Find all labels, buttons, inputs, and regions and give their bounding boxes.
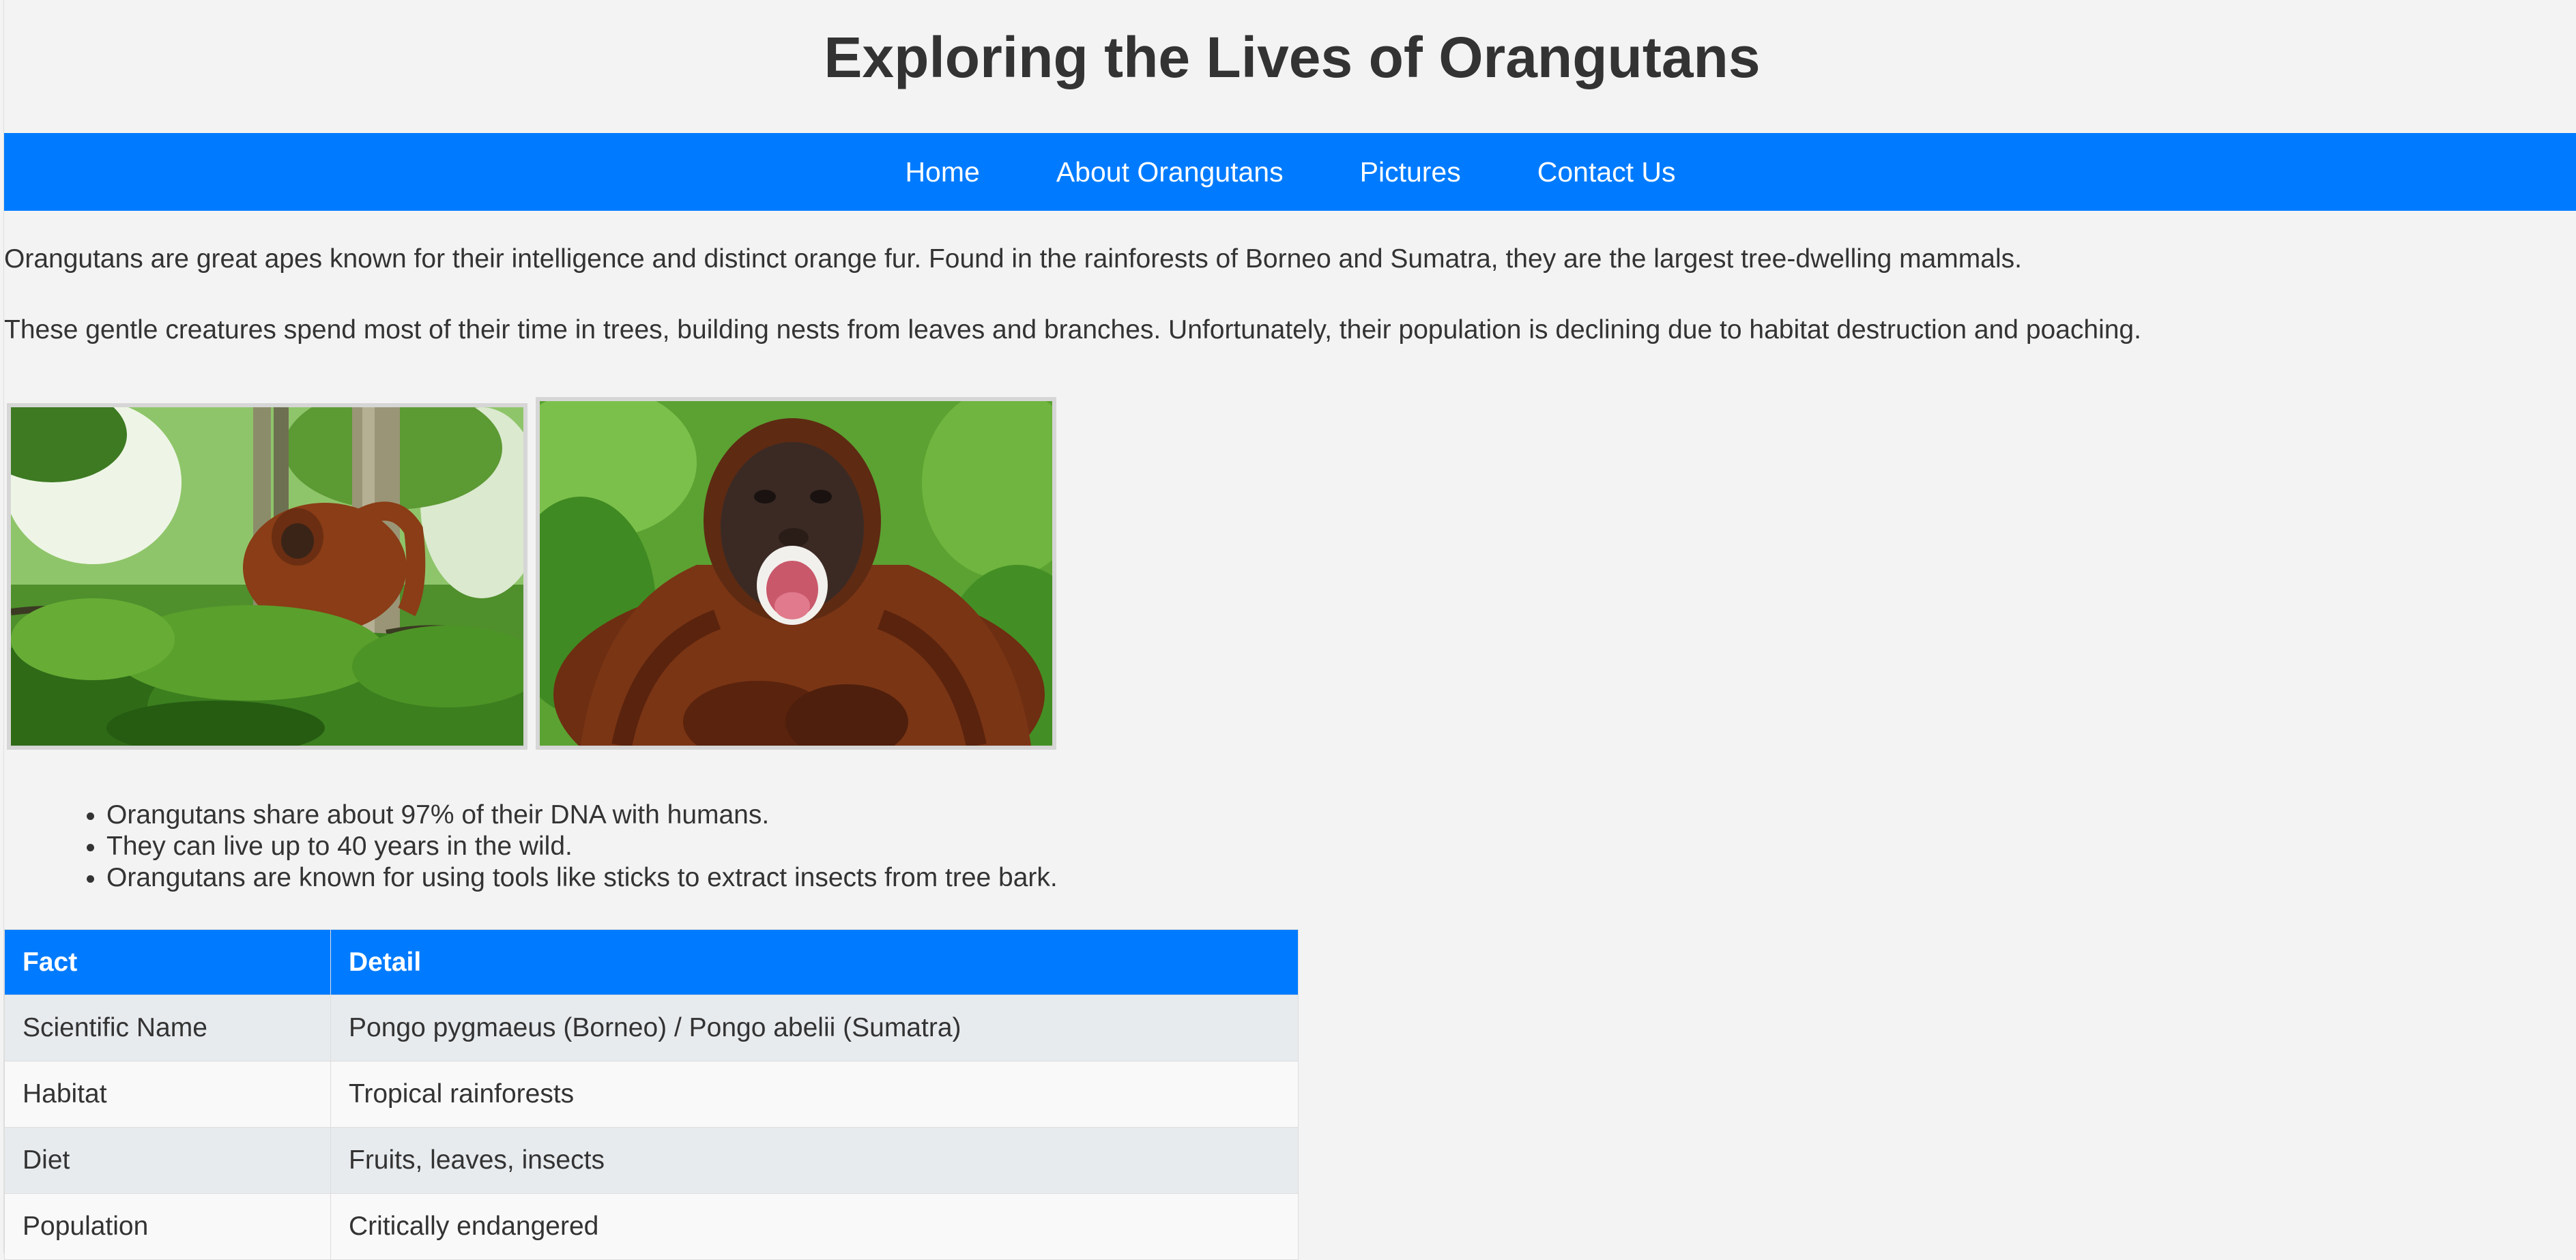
facts-list: Orangutans share about 97% of their DNA … — [4, 800, 1058, 894]
table-cell-fact: Diet — [4, 1127, 331, 1194]
table-row: Diet Fruits, leaves, insects — [4, 1127, 1299, 1194]
table-cell-fact: Habitat — [4, 1061, 331, 1128]
table-cell-detail: Pongo pygmaeus (Borneo) / Pongo abelii (… — [330, 995, 1299, 1061]
list-item: They can live up to 40 years in the wild… — [106, 831, 1058, 862]
table-header-row: Fact Detail — [4, 929, 1299, 995]
table-cell-detail: Tropical rainforests — [330, 1061, 1299, 1128]
nav-link-home[interactable]: Home — [905, 158, 979, 186]
table-row: Habitat Tropical rainforests — [4, 1061, 1299, 1128]
table-header-detail: Detail — [330, 929, 1299, 995]
table-cell-detail: Fruits, leaves, insects — [330, 1127, 1299, 1194]
list-item: Orangutans share about 97% of their DNA … — [106, 800, 1058, 831]
intro-paragraph-2: These gentle creatures spend most of the… — [4, 315, 2141, 345]
nav-link-contact-us[interactable]: Contact Us — [1537, 158, 1676, 186]
table-row: Scientific Name Pongo pygmaeus (Borneo) … — [4, 995, 1299, 1061]
nav-link-about-orangutans[interactable]: About Orangutans — [1056, 158, 1284, 186]
list-item: Orangutans are known for using tools lik… — [106, 862, 1058, 894]
laughing-orangutan-illustration — [540, 401, 1052, 746]
laughing-orangutan-image — [536, 397, 1056, 750]
page: Exploring the Lives of Orangutans Home A… — [3, 0, 2576, 1260]
table-cell-fact: Scientific Name — [4, 995, 331, 1061]
navbar: Home About Orangutans Pictures Contact U… — [4, 133, 2576, 211]
table-cell-detail: Critically endangered — [330, 1193, 1299, 1260]
nav-link-pictures[interactable]: Pictures — [1360, 158, 1461, 186]
intro-paragraph-1: Orangutans are great apes known for thei… — [4, 244, 2022, 274]
table-row: Population Critically endangered — [4, 1193, 1299, 1260]
orangutan-in-tree-image — [7, 403, 527, 750]
facts-table: Fact Detail Scientific Name Pongo pygmae… — [4, 929, 1299, 1260]
page-title: Exploring the Lives of Orangutans — [824, 25, 1761, 89]
table-header-fact: Fact — [4, 929, 331, 995]
orangutan-in-tree-illustration — [11, 407, 523, 746]
table-cell-fact: Population — [4, 1193, 331, 1260]
